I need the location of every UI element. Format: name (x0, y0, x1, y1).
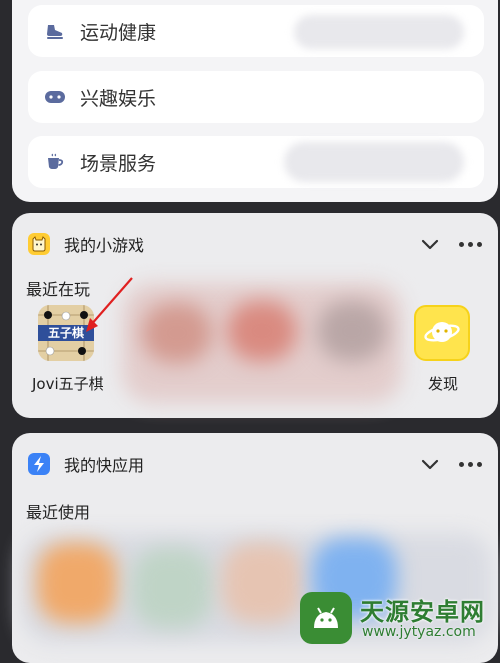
blurred-content (294, 15, 464, 49)
blurred-content (222, 543, 302, 623)
blurred-content (317, 301, 387, 361)
my-mini-games-card: 我的小游戏 最近在玩 五子棋 Jovi五子棋 发现 (12, 213, 498, 418)
android-logo-icon (300, 592, 352, 644)
planet-smiley-icon (424, 322, 460, 342)
game-label[interactable]: Jovi五子棋 (32, 373, 104, 394)
card-actions (419, 449, 482, 479)
game-tile-text: 五子棋 (47, 326, 84, 340)
card-header: 我的小游戏 (28, 229, 482, 259)
menu-item-label: 运动健康 (80, 21, 157, 44)
card-header: 我的快应用 (28, 449, 482, 479)
mini-game-cat-icon (28, 233, 50, 255)
category-card: 运动健康 兴趣娱乐 场景服务 (12, 0, 498, 202)
gamepad-icon (44, 86, 66, 108)
menu-item-sports-health[interactable]: 运动健康 (28, 5, 484, 57)
site-watermark: 天源安卓网 www.jytyaz.com (300, 592, 500, 647)
watermark-site-name: 天源安卓网 (360, 598, 485, 626)
lightning-icon (28, 453, 50, 475)
menu-item-scene-service[interactable]: 场景服务 (28, 136, 484, 188)
blurred-content (132, 548, 212, 628)
coffee-cup-icon (44, 151, 66, 173)
discover-button[interactable] (414, 305, 470, 361)
menu-item-entertainment[interactable]: 兴趣娱乐 (28, 71, 484, 123)
section-label-recent-used: 最近使用 (26, 503, 91, 522)
menu-item-label: 兴趣娱乐 (80, 87, 157, 110)
watermark-url: www.jytyaz.com (362, 624, 476, 640)
blurred-content (227, 301, 297, 361)
blurred-content (142, 303, 212, 363)
menu-item-label: 场景服务 (80, 152, 157, 175)
more-options-icon[interactable] (459, 461, 482, 467)
section-label-recent-played: 最近在玩 (26, 280, 91, 299)
chevron-down-icon[interactable] (419, 233, 441, 255)
blurred-content (284, 142, 464, 182)
discover-label[interactable]: 发现 (428, 373, 458, 394)
card-title: 我的小游戏 (64, 236, 145, 255)
card-title: 我的快应用 (64, 456, 145, 475)
gomoku-game-icon[interactable]: 五子棋 (38, 305, 94, 361)
card-actions (419, 229, 482, 259)
more-options-icon[interactable] (459, 241, 482, 247)
blurred-content (37, 543, 117, 623)
running-shoe-icon (44, 20, 66, 42)
chevron-down-icon[interactable] (419, 453, 441, 475)
